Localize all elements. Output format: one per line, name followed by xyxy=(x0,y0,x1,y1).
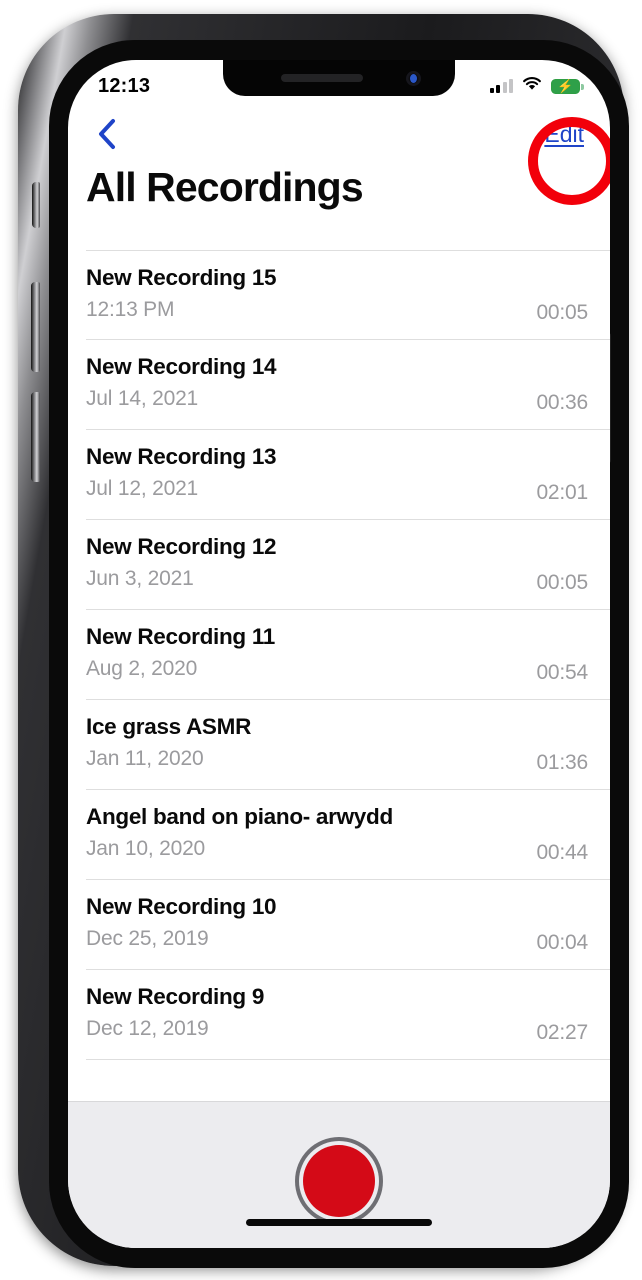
recording-duration: 00:05 xyxy=(536,571,588,594)
recording-date: Jul 14, 2021 xyxy=(86,387,199,410)
recording-duration: 00:54 xyxy=(536,661,588,684)
cellular-bars-icon xyxy=(489,79,513,93)
wifi-icon xyxy=(522,76,542,96)
status-bar-time: 12:13 xyxy=(98,74,151,97)
phone-frame: 12:13 ⚡ Edit All Recordings New Recordin… xyxy=(18,14,629,1268)
recording-row[interactable]: New Recording 15 12:13 PM 00:05 xyxy=(86,250,610,340)
recording-title: New Recording 11 xyxy=(86,624,276,649)
record-button[interactable] xyxy=(303,1145,375,1217)
battery-charging-icon: ⚡ xyxy=(551,78,584,94)
home-indicator[interactable] xyxy=(246,1219,432,1226)
back-chevron-icon xyxy=(99,119,115,149)
page-title: All Recordings xyxy=(86,164,364,210)
recording-date: Jan 11, 2020 xyxy=(86,747,204,770)
notch xyxy=(223,60,455,96)
recording-row[interactable]: New Recording 12 Jun 3, 2021 00:05 xyxy=(86,520,610,610)
recording-date: Jan 10, 2020 xyxy=(86,837,206,860)
edit-button[interactable]: Edit xyxy=(540,119,588,150)
recording-title: Ice grass ASMR xyxy=(86,714,252,739)
recording-duration: 00:05 xyxy=(536,301,588,324)
volume-up-button[interactable] xyxy=(31,282,40,372)
recording-title: New Recording 12 xyxy=(86,534,277,559)
recording-duration: 01:36 xyxy=(536,751,588,774)
recording-title: New Recording 13 xyxy=(86,444,277,469)
recording-row[interactable]: New Recording 10 Dec 25, 2019 00:04 xyxy=(86,880,610,970)
recording-duration: 00:44 xyxy=(536,841,588,864)
phone-screen: 12:13 ⚡ Edit All Recordings New Recordin… xyxy=(68,60,610,1248)
recording-date: Dec 25, 2019 xyxy=(86,927,209,950)
recording-date: Aug 2, 2020 xyxy=(86,657,198,680)
back-button[interactable] xyxy=(90,117,124,151)
recording-date: Dec 12, 2019 xyxy=(86,1017,209,1040)
recording-title: New Recording 9 xyxy=(86,984,265,1009)
recording-title: New Recording 15 xyxy=(86,265,277,290)
recording-title: New Recording 10 xyxy=(86,894,277,919)
recording-title: Angel band on piano- arwydd xyxy=(86,804,393,829)
recording-row[interactable]: Angel band on piano- arwydd Jan 10, 2020 0… xyxy=(86,790,610,880)
status-bar-icons: ⚡ xyxy=(489,76,584,96)
recording-duration: 02:27 xyxy=(536,1021,588,1044)
recordings-list[interactable]: New Recording 15 12:13 PM 00:05 New Recordi… xyxy=(68,250,610,1101)
navigation-bar: Edit xyxy=(68,106,610,162)
recording-row[interactable]: New Recording 14 Jul 14, 2021 00:36 xyxy=(86,340,610,430)
recording-duration: 00:36 xyxy=(536,391,588,414)
front-camera-icon xyxy=(406,71,421,86)
recording-duration: 02:01 xyxy=(536,481,588,504)
mute-switch[interactable] xyxy=(32,182,40,228)
recording-row[interactable]: New Recording 11 Aug 2, 2020 00:54 xyxy=(86,610,610,700)
record-toolbar xyxy=(68,1101,610,1248)
recording-duration: 00:04 xyxy=(536,931,588,954)
earpiece-speaker-icon xyxy=(281,74,363,82)
recording-row[interactable]: Ice grass ASMR Jan 11, 2020 01:36 xyxy=(86,700,610,790)
recording-row[interactable]: New Recording 9 Dec 12, 2019 02:27 xyxy=(86,970,610,1060)
recording-date: 12:13 PM xyxy=(86,298,175,321)
recording-date: Jul 12, 2021 xyxy=(86,477,199,500)
recording-title: New Recording 14 xyxy=(86,354,277,379)
charging-bolt-icon: ⚡ xyxy=(557,78,574,94)
recording-row[interactable]: New Recording 13 Jul 12, 2021 02:01 xyxy=(86,430,610,520)
recording-date: Jun 3, 2021 xyxy=(86,567,194,590)
volume-down-button[interactable] xyxy=(31,392,40,482)
